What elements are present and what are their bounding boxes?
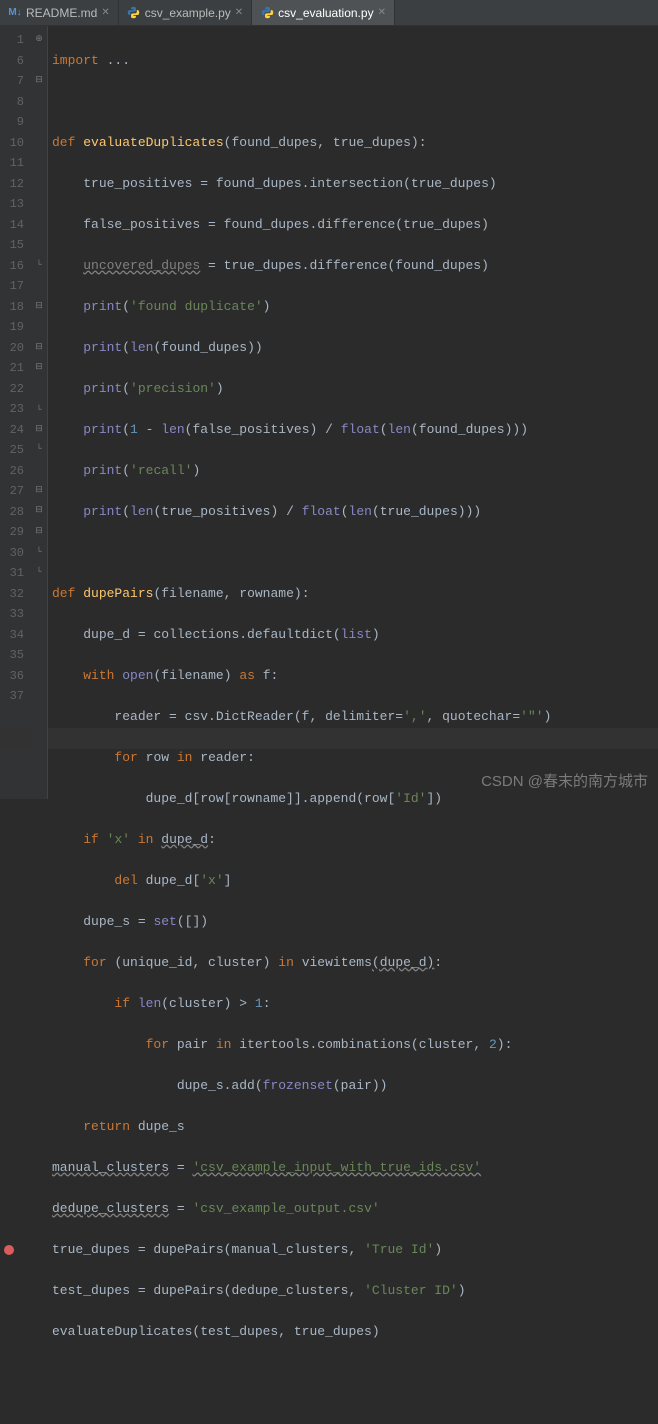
fold-open-icon[interactable]: ⊟ (34, 75, 44, 85)
fold-end-icon[interactable]: └ (34, 567, 44, 577)
tab-csv-evaluation[interactable]: csv_evaluation.py ✕ (252, 0, 395, 25)
fold-end-icon[interactable]: └ (34, 444, 44, 454)
fold-end-icon[interactable]: └ (34, 547, 44, 557)
python-icon (260, 6, 274, 20)
fold-open-icon[interactable]: ⊟ (34, 342, 44, 352)
line-number: 36 (6, 666, 24, 687)
editor-area: 1 6 7 8 9 10 11 12 13 14 15 16 17 18 19 … (0, 26, 658, 799)
close-icon[interactable]: ✕ (235, 7, 243, 18)
code-line[interactable]: for (unique_id, cluster) in viewitems(du… (52, 953, 551, 974)
fold-open-icon[interactable]: ⊟ (34, 424, 44, 434)
tab-label: csv_example.py (145, 6, 231, 20)
line-number: 30 (6, 543, 24, 564)
code-line[interactable]: if 'x' in dupe_d: (52, 830, 551, 851)
line-number: 17 (6, 276, 24, 297)
line-number: 20 (6, 338, 24, 359)
line-number: 16 (6, 256, 24, 277)
editor-tabs: M↓ README.md ✕ csv_example.py ✕ csv_eval… (0, 0, 658, 26)
fold-open-icon[interactable]: ⊟ (34, 301, 44, 311)
line-number: 26 (6, 461, 24, 482)
line-number: 23 (6, 399, 24, 420)
line-number: 33 (6, 604, 24, 625)
code-line[interactable]: print(len(true_positives) / float(len(tr… (52, 502, 551, 523)
line-gutter: 1 6 7 8 9 10 11 12 13 14 15 16 17 18 19 … (0, 26, 32, 799)
code-line[interactable]: print(1 - len(false_positives) / float(l… (52, 420, 551, 441)
code-line[interactable]: false_positives = found_dupes.difference… (52, 215, 551, 236)
line-number: 37 (6, 686, 24, 707)
code-line[interactable]: print('precision') (52, 379, 551, 400)
line-number: 35 (6, 645, 24, 666)
code-line[interactable]: dupe_s.add(frozenset(pair)) (52, 1076, 551, 1097)
line-number: 6 (6, 51, 24, 72)
fold-open-icon[interactable]: ⊟ (34, 485, 44, 495)
tab-label: README.md (26, 6, 97, 20)
line-number: 8 (6, 92, 24, 113)
line-number: 9 (6, 112, 24, 133)
line-number: 15 (6, 235, 24, 256)
tab-csv-example[interactable]: csv_example.py ✕ (119, 0, 252, 25)
code-line[interactable]: true_positives = found_dupes.intersectio… (52, 174, 551, 195)
close-icon[interactable]: ✕ (378, 7, 386, 18)
code-line[interactable] (52, 92, 551, 113)
tab-label: csv_evaluation.py (278, 6, 373, 20)
line-number: 1 (6, 30, 24, 51)
line-number: 27 (6, 481, 24, 502)
code-line[interactable]: print('recall') (52, 461, 551, 482)
line-number: 19 (6, 317, 24, 338)
line-number: 24 (6, 420, 24, 441)
code-line[interactable]: uncovered_dupes = true_dupes.difference(… (52, 256, 551, 277)
line-number: 34 (6, 625, 24, 646)
python-icon (127, 6, 141, 20)
code-line[interactable]: return dupe_s (52, 1117, 551, 1138)
code-line[interactable]: test_dupes = dupePairs(dedupe_clusters, … (52, 1281, 551, 1302)
line-number: 12 (6, 174, 24, 195)
line-number: 22 (6, 379, 24, 400)
code-line[interactable]: manual_clusters = 'csv_example_input_wit… (52, 1158, 551, 1179)
close-icon[interactable]: ✕ (101, 7, 109, 18)
line-number: 28 (6, 502, 24, 523)
tab-readme[interactable]: M↓ README.md ✕ (0, 0, 119, 25)
line-number: 21 (6, 358, 24, 379)
code-area[interactable]: import ... def evaluateDuplicates(found_… (48, 26, 551, 799)
fold-column: ⊕ ⊟ └ ⊟ ⊟ ⊟ └ ⊟ └ ⊟ ⊟ ⊟ └ └ (32, 26, 48, 799)
code-line[interactable]: if len(cluster) > 1: (52, 994, 551, 1015)
code-line[interactable]: import ... (52, 51, 551, 72)
code-line[interactable]: evaluateDuplicates(test_dupes, true_dupe… (52, 1322, 551, 1343)
code-line[interactable] (52, 1363, 551, 1384)
line-number: 10 (6, 133, 24, 154)
code-line[interactable] (52, 543, 551, 564)
line-number: 32 (6, 584, 24, 605)
code-line[interactable]: dupe_d = collections.defaultdict(list) (52, 625, 551, 646)
code-line[interactable]: dedupe_clusters = 'csv_example_output.cs… (52, 1199, 551, 1220)
line-number: 25 (6, 440, 24, 461)
current-line-highlight (0, 728, 658, 749)
fold-open-icon[interactable]: ⊟ (34, 526, 44, 536)
code-line[interactable]: print('found duplicate') (52, 297, 551, 318)
line-number: 7 (6, 71, 24, 92)
code-line[interactable]: del dupe_d['x'] (52, 871, 551, 892)
line-number: 13 (6, 194, 24, 215)
code-line[interactable]: def evaluateDuplicates(found_dupes, true… (52, 133, 551, 154)
line-number: 31 (6, 563, 24, 584)
line-number: 14 (6, 215, 24, 236)
markdown-icon: M↓ (8, 6, 22, 20)
fold-end-icon[interactable]: └ (34, 405, 44, 415)
line-number: 29 (6, 522, 24, 543)
code-line[interactable]: for row in reader: (52, 748, 551, 769)
code-line[interactable]: def dupePairs(filename, rowname): (52, 584, 551, 605)
line-number: 11 (6, 153, 24, 174)
line-number: 18 (6, 297, 24, 318)
fold-collapsed-icon[interactable]: ⊕ (34, 34, 44, 44)
code-line[interactable]: true_dupes = dupePairs(manual_clusters, … (52, 1240, 551, 1261)
fold-open-icon[interactable]: ⊟ (34, 505, 44, 515)
code-line[interactable]: with open(filename) as f: (52, 666, 551, 687)
fold-open-icon[interactable]: ⊟ (34, 362, 44, 372)
code-line[interactable]: print(len(found_dupes)) (52, 338, 551, 359)
code-line[interactable]: for pair in itertools.combinations(clust… (52, 1035, 551, 1056)
code-line[interactable]: dupe_s = set([]) (52, 912, 551, 933)
code-line[interactable]: reader = csv.DictReader(f, delimiter=','… (52, 707, 551, 728)
fold-end-icon[interactable]: └ (34, 260, 44, 270)
